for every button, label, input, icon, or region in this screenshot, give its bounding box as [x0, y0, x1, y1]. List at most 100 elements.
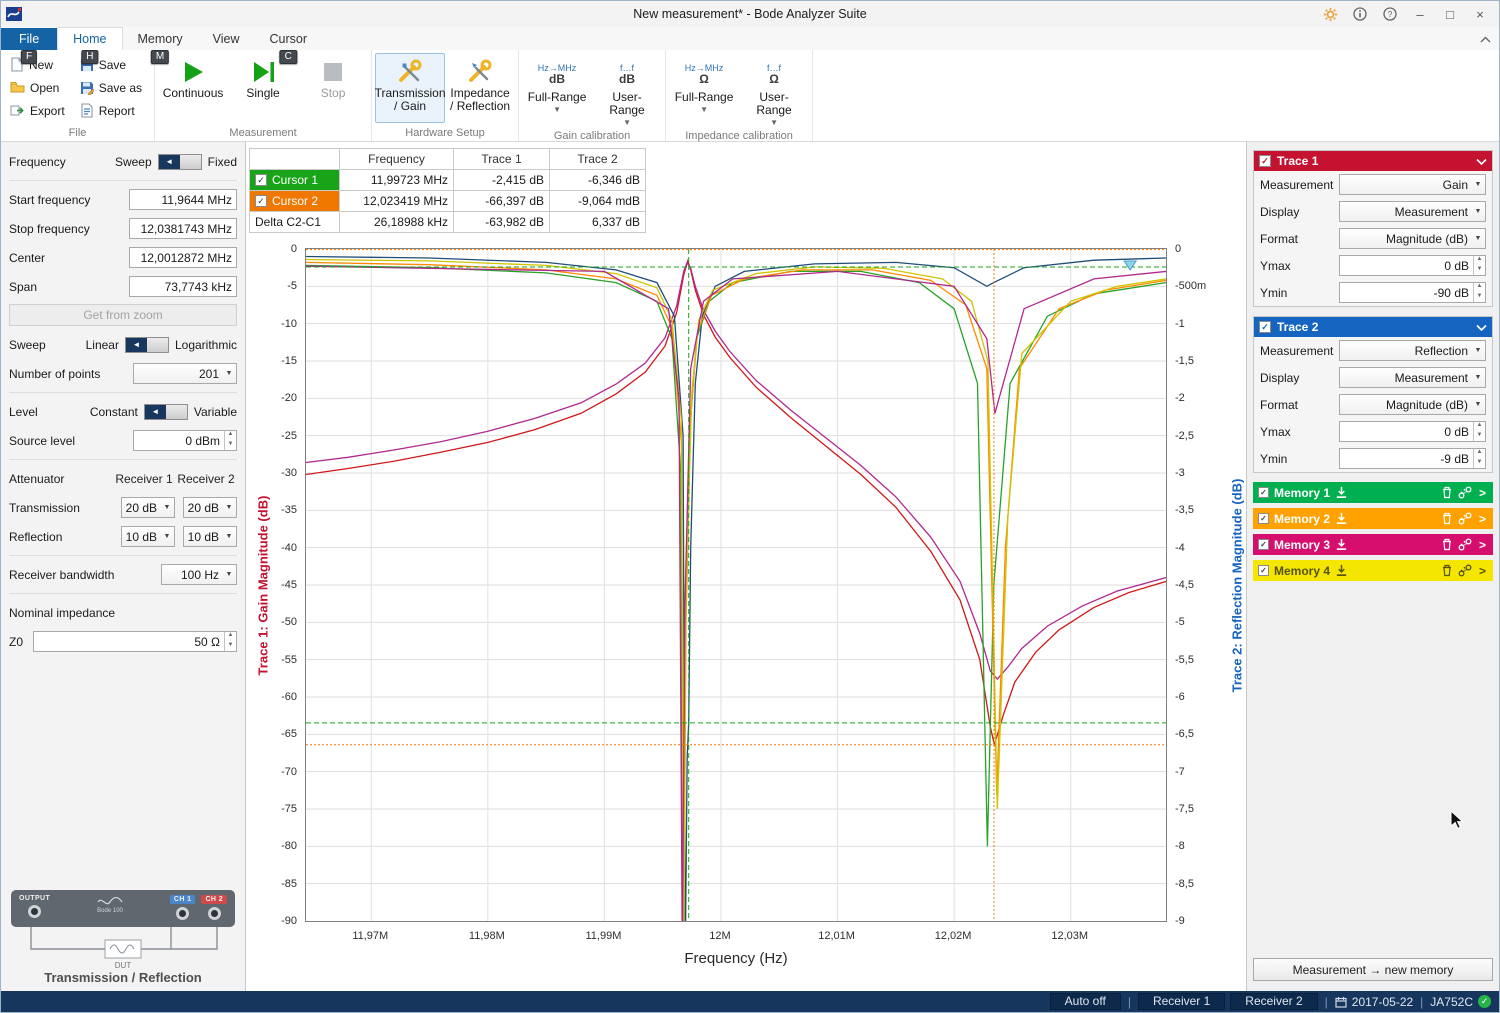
spinner[interactable]: ▲▼ [1473, 422, 1485, 441]
collapse-ribbon-icon[interactable] [1480, 32, 1491, 46]
tab-memory[interactable]: MemoryM [123, 28, 198, 50]
trace1-ymin-field[interactable]: -90 dB▲▼ [1339, 282, 1486, 303]
trace2-checkbox[interactable]: ✓ [1259, 321, 1271, 333]
dropdown-chevron-icon[interactable]: ▼ [623, 119, 631, 127]
impedance-user-range-button[interactable]: f…fΩ User-Range ▼ [739, 53, 809, 128]
chevron-down-icon[interactable] [1476, 158, 1487, 165]
cursor1-checkbox[interactable]: ✓ [255, 174, 267, 186]
receiver-bandwidth-select[interactable]: 100 Hz▼ [161, 564, 237, 585]
receiver1-status-button[interactable]: Receiver 1 [1138, 993, 1225, 1010]
tab-cursor[interactable]: CursorC [255, 28, 323, 50]
trace2-measurement-select[interactable]: Reflection▼ [1339, 340, 1486, 361]
impedance-reflection-button[interactable]: Impedance / Reflection [445, 53, 515, 123]
delete-memory-trash-icon[interactable] [1441, 538, 1453, 551]
gain-user-range-button[interactable]: f…fdB User-Range ▼ [592, 53, 662, 128]
center-frequency-field[interactable]: 12,0012872 MHz [129, 247, 237, 268]
number-of-points-select[interactable]: 201▼ [133, 363, 237, 384]
settings-gear-icon[interactable] [1315, 2, 1345, 26]
spinner[interactable]: ▲▼ [1473, 256, 1485, 275]
spinner-up-icon[interactable]: ▲ [1474, 422, 1485, 432]
close-button[interactable]: × [1465, 2, 1495, 26]
z0-field[interactable]: 50 Ω▲▼ [33, 631, 237, 652]
zoom-marker-icon[interactable] [1124, 261, 1136, 270]
spinner-down-icon[interactable]: ▼ [1474, 293, 1485, 303]
spinner-down-icon[interactable]: ▼ [225, 642, 236, 652]
save-as-button[interactable]: Save as [74, 77, 151, 99]
measurement-to-new-memory-button[interactable]: Measurement → new memory [1253, 958, 1493, 981]
trace1-checkbox[interactable]: ✓ [1259, 155, 1271, 167]
spinner[interactable]: ▲▼ [224, 431, 236, 450]
download-to-memory-icon[interactable] [1335, 512, 1348, 525]
transmission-gain-button[interactable]: Transmission / Gain [375, 53, 445, 123]
memory2-checkbox[interactable]: ✓ [1258, 513, 1269, 524]
memory4-expand-chevron-icon[interactable]: > [1477, 564, 1488, 578]
delete-memory-trash-icon[interactable] [1441, 564, 1453, 577]
spinner-down-icon[interactable]: ▼ [1474, 459, 1485, 469]
stop-frequency-field[interactable]: 12,0381743 MHz [129, 218, 237, 239]
memory2-row[interactable]: ✓ Memory 2 > [1253, 508, 1493, 529]
memory3-expand-chevron-icon[interactable]: > [1477, 538, 1488, 552]
memory1-expand-chevron-icon[interactable]: > [1477, 486, 1488, 500]
transmission-receiver1-select[interactable]: 20 dB▼ [121, 497, 175, 518]
report-button[interactable]: Report [74, 100, 151, 122]
spinner-up-icon[interactable]: ▲ [1474, 449, 1485, 459]
spinner-up-icon[interactable]: ▲ [1474, 256, 1485, 266]
trace2-header[interactable]: ✓ Trace 2 [1254, 317, 1492, 337]
memory1-row[interactable]: ✓ Memory 1 > [1253, 482, 1493, 503]
memory3-checkbox[interactable]: ✓ [1258, 539, 1269, 550]
minimize-button[interactable]: – [1405, 2, 1435, 26]
transmission-receiver2-select[interactable]: 20 dB▼ [183, 497, 237, 518]
spinner[interactable]: ▲▼ [224, 632, 236, 651]
sweep-fixed-toggle[interactable]: ◄ [158, 154, 202, 170]
delete-memory-trash-icon[interactable] [1441, 486, 1453, 499]
spinner[interactable]: ▲▼ [1473, 283, 1485, 302]
memory2-expand-chevron-icon[interactable]: > [1477, 512, 1488, 526]
get-from-zoom-button[interactable]: Get from zoom [9, 304, 237, 326]
chevron-down-icon[interactable] [1476, 324, 1487, 331]
bode-plot[interactable] [305, 248, 1167, 922]
gain-full-range-button[interactable]: Hz→MHzdB Full-Range ▼ [522, 53, 592, 123]
maximize-button[interactable]: □ [1435, 2, 1465, 26]
continuous-button[interactable]: Continuous [158, 53, 228, 123]
trace1-format-select[interactable]: Magnitude (dB)▼ [1339, 228, 1486, 249]
help-icon[interactable]: ? [1375, 2, 1405, 26]
tab-home[interactable]: HomeH [57, 27, 122, 50]
trace1-header[interactable]: ✓ Trace 1 [1254, 151, 1492, 171]
span-field[interactable]: 73,7743 kHz [129, 276, 237, 297]
download-to-memory-icon[interactable] [1335, 538, 1348, 551]
dropdown-chevron-icon[interactable]: ▼ [553, 106, 561, 114]
spinner-down-icon[interactable]: ▼ [1474, 266, 1485, 276]
delete-memory-trash-icon[interactable] [1441, 512, 1453, 525]
memory1-checkbox[interactable]: ✓ [1258, 487, 1269, 498]
unlink-memory-icon[interactable] [1458, 512, 1472, 525]
spinner-up-icon[interactable]: ▲ [225, 632, 236, 642]
linear-log-toggle[interactable]: ◄ [125, 337, 169, 353]
memory4-row[interactable]: ✓ Memory 4 > [1253, 560, 1493, 581]
tab-file[interactable]: FileF [1, 28, 57, 50]
unlink-memory-icon[interactable] [1458, 564, 1472, 577]
trace2-ymax-field[interactable]: 0 dB▲▼ [1339, 421, 1486, 442]
new-button[interactable]: New [4, 54, 74, 76]
spinner-up-icon[interactable]: ▲ [1474, 283, 1485, 293]
reflection-receiver1-select[interactable]: 10 dB▼ [121, 526, 175, 547]
cursor2-checkbox[interactable]: ✓ [255, 195, 267, 207]
open-button[interactable]: Open [4, 77, 74, 99]
dropdown-chevron-icon[interactable]: ▼ [770, 119, 778, 127]
trace1-measurement-select[interactable]: Gain▼ [1339, 174, 1486, 195]
export-button[interactable]: Export [4, 100, 74, 122]
memory4-checkbox[interactable]: ✓ [1258, 565, 1269, 576]
spinner[interactable]: ▲▼ [1473, 449, 1485, 468]
trace1-ymax-field[interactable]: 0 dB▲▼ [1339, 255, 1486, 276]
reflection-receiver2-select[interactable]: 10 dB▼ [183, 526, 237, 547]
unlink-memory-icon[interactable] [1458, 486, 1472, 499]
receiver2-status-button[interactable]: Receiver 2 [1230, 993, 1317, 1010]
trace2-format-select[interactable]: Magnitude (dB)▼ [1339, 394, 1486, 415]
impedance-full-range-button[interactable]: Hz→MHzΩ Full-Range ▼ [669, 53, 739, 123]
tab-view[interactable]: View [198, 28, 255, 50]
trace2-display-select[interactable]: Measurement▼ [1339, 367, 1486, 388]
constant-variable-toggle[interactable]: ◄ [144, 404, 188, 420]
source-level-field[interactable]: 0 dBm▲▼ [133, 430, 237, 451]
unlink-memory-icon[interactable] [1458, 538, 1472, 551]
trace2-ymin-field[interactable]: -9 dB▲▼ [1339, 448, 1486, 469]
info-icon[interactable] [1345, 2, 1375, 26]
